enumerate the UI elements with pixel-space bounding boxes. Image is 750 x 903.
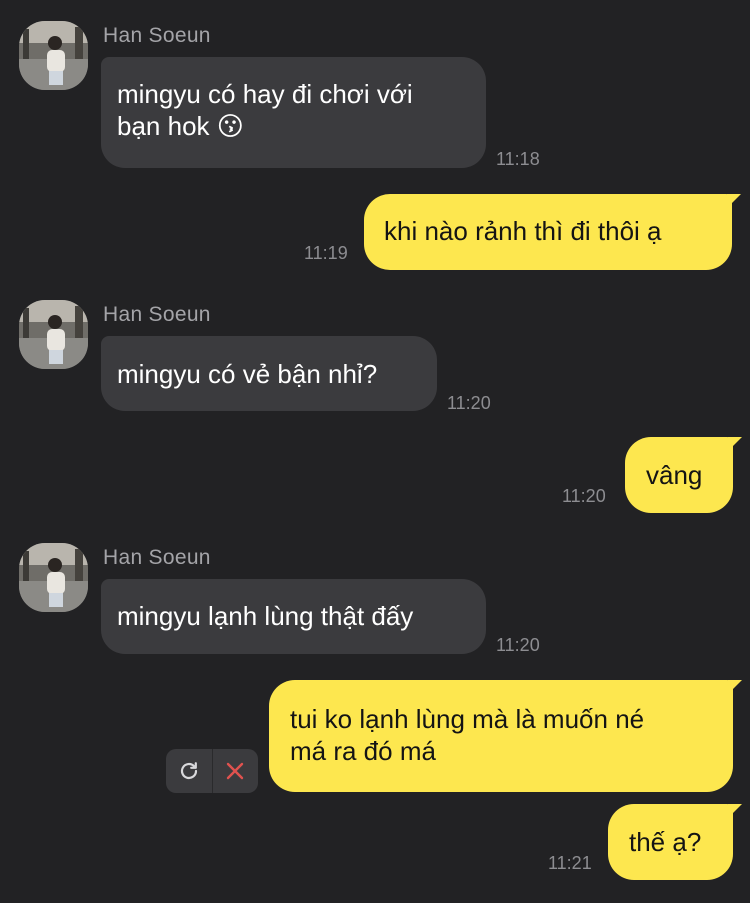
outgoing-message-bubble[interactable]: tui ko lạnh lùng mà là muốn né má ra đó … bbox=[269, 680, 742, 792]
message-timestamp: 11:18 bbox=[496, 149, 540, 169]
sender-name: Han Soeun bbox=[103, 546, 211, 569]
incoming-message-bubble[interactable]: mingyu lạnh lùng thật đấy bbox=[101, 579, 486, 654]
message-timestamp: 11:20 bbox=[447, 393, 491, 413]
retry-button[interactable] bbox=[166, 749, 212, 793]
message-text: mingyu lạnh lùng thật đấy bbox=[117, 601, 414, 631]
message-text: mingyu có vẻ bận nhỉ? bbox=[117, 359, 378, 389]
kissing-face-emoji: 😗 bbox=[216, 111, 244, 141]
message-text: tui ko lạnh lùng mà là muốn né má ra đó … bbox=[290, 704, 645, 766]
outgoing-message-bubble[interactable]: vâng bbox=[625, 437, 742, 513]
message-text: thế ạ? bbox=[629, 827, 702, 857]
avatar[interactable] bbox=[19, 21, 88, 90]
avatar[interactable] bbox=[19, 300, 88, 369]
retry-icon bbox=[180, 762, 197, 780]
avatar[interactable] bbox=[19, 543, 88, 612]
message-text: khi nào rảnh thì đi thôi ạ bbox=[384, 216, 662, 246]
sender-name: Han Soeun bbox=[103, 24, 211, 47]
cancel-icon bbox=[227, 762, 244, 780]
sender-name: Han Soeun bbox=[103, 303, 211, 326]
cancel-button[interactable] bbox=[212, 749, 258, 793]
message-timestamp: 11:21 bbox=[548, 853, 592, 873]
failed-message-actions bbox=[166, 749, 258, 793]
incoming-message-bubble[interactable]: mingyu có vẻ bận nhỉ? bbox=[101, 336, 437, 411]
message-timestamp: 11:20 bbox=[562, 486, 606, 506]
incoming-message-bubble[interactable]: mingyu có hay đi chơi với bạn hok 😗 bbox=[101, 57, 486, 168]
outgoing-message-bubble[interactable]: thế ạ? bbox=[608, 804, 742, 880]
message-text: vâng bbox=[646, 460, 703, 490]
message-timestamp: 11:20 bbox=[496, 635, 540, 655]
message-text: mingyu có hay đi chơi với bạn hok bbox=[117, 79, 413, 141]
message-timestamp: 11:19 bbox=[304, 243, 348, 263]
outgoing-message-bubble[interactable]: khi nào rảnh thì đi thôi ạ bbox=[364, 194, 741, 270]
